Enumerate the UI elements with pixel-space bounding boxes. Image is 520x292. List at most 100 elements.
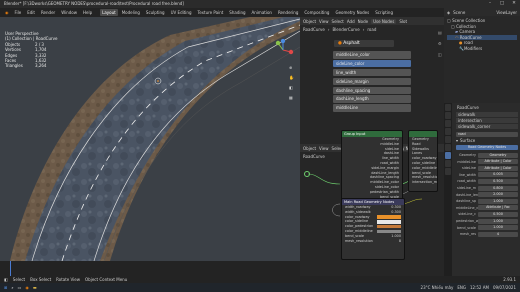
workspace-tab-modeling[interactable]: Modeling [120, 9, 142, 16]
weather-status[interactable]: 23°C Nhiều mây [421, 285, 454, 290]
clock-time[interactable]: 12:52 AM [470, 285, 489, 290]
menu-help[interactable]: Help [81, 9, 94, 16]
pan-hand-icon[interactable]: ✋ [289, 75, 294, 80]
property-row[interactable]: middleLine Attribute | Color [456, 158, 518, 165]
breadcrumb-item[interactable]: RoadCurve [303, 27, 325, 32]
attribute-item-selected[interactable]: sideLine_color [333, 59, 411, 68]
scene-name[interactable]: Scene [453, 10, 465, 15]
attribute-item[interactable]: middleLine_color [333, 51, 411, 59]
item-tab-icon[interactable]: ▤ [438, 30, 442, 35]
windows-start-icon[interactable]: ⊞ [4, 285, 7, 290]
search-icon[interactable]: ⌕ [11, 285, 13, 290]
group-output-node[interactable]: Geometry Road Sidewalks Lanes color_road… [408, 130, 438, 192]
scene-tab-icon[interactable] [445, 128, 451, 135]
shader-editor-header: Object View Select Add Node Use Nodes Sl… [300, 17, 444, 25]
task-view-icon[interactable]: ▭ [18, 285, 22, 290]
object-tab-icon[interactable] [445, 144, 451, 151]
shader-view-menu[interactable]: View [319, 19, 329, 24]
3d-viewport[interactable]: Object Mode View Select Add Object Globa… [0, 17, 300, 261]
color-swatch[interactable] [377, 229, 401, 234]
use-nodes-checkbox[interactable]: Use Nodes [371, 18, 397, 24]
property-row[interactable]: dashline_sp 1.000 [456, 198, 518, 205]
workspace-tab-geometry-nodes[interactable]: Geometry Nodes [333, 9, 371, 16]
data-tab-icon[interactable] [445, 160, 451, 167]
material-slot[interactable]: sidewalk_corner [456, 124, 518, 129]
workspace-tab-rendering[interactable]: Rendering [276, 9, 300, 16]
outliner-item[interactable]: 🔧Modifiers [447, 46, 517, 52]
workspace-tab-texture-paint[interactable]: Texture Paint [195, 9, 225, 16]
attribute-item[interactable]: line_width [333, 68, 411, 77]
node-input-row[interactable]: mesh_resolution 8 [342, 239, 404, 244]
view-tab-icon[interactable]: ◫ [438, 52, 442, 57]
camera-view-icon[interactable]: ◧ [289, 85, 294, 90]
minimize-icon[interactable]: – [484, 0, 496, 8]
properties-editor: RoadCurve sidewalk intersection sidewalk… [444, 103, 520, 283]
property-row[interactable]: road_width 0.500 [456, 178, 518, 185]
shader-add-menu[interactable]: Add [347, 19, 355, 24]
object-name[interactable]: RoadCurve [457, 105, 479, 110]
modifier-tab-icon[interactable] [445, 152, 451, 159]
color-swatch[interactable] [377, 215, 401, 219]
menu-window[interactable]: Window [59, 9, 79, 16]
workspace-tab-sculpting[interactable]: Sculpting [144, 9, 167, 16]
attribute-item[interactable]: sideLine_margin [333, 77, 411, 86]
property-row[interactable]: sideLine_c 0.500 [456, 211, 518, 218]
property-row[interactable]: mesh_res 4 [456, 231, 518, 238]
workspace-tab-scripting[interactable]: Scripting [373, 9, 395, 16]
output-tab-icon[interactable] [445, 120, 451, 127]
workspace-tab-uv-editing[interactable]: UV Editing [169, 9, 194, 16]
property-row[interactable]: dashLine_len 2.000 [456, 191, 518, 198]
property-row[interactable]: pedestrian_w 1.000 [456, 218, 518, 225]
slot-dropdown[interactable]: Slot [399, 19, 407, 24]
clock-date[interactable]: 09/07/2021 [493, 285, 516, 290]
property-row[interactable]: Geometry Geometry [456, 152, 518, 159]
shader-select-menu[interactable]: Select [332, 19, 344, 24]
maximize-icon[interactable]: □ [496, 0, 508, 8]
folder-taskbar-icon[interactable]: ▬ [33, 285, 37, 290]
view-layer-name[interactable]: ViewLayer [496, 10, 517, 15]
geometry-nodes-button[interactable]: Road Geometry Nodes [454, 144, 520, 151]
menu-render[interactable]: Render [39, 9, 57, 16]
main-road-node[interactable]: Main Road Geometry Nodes width_roadway 0.… [341, 198, 405, 260]
menu-file[interactable]: File [13, 9, 24, 16]
workspace-tab-layout[interactable]: Layout [100, 9, 118, 16]
attribute-item[interactable]: middleLine [333, 104, 411, 112]
property-row[interactable]: middleLine_c Attribute | Fac [456, 205, 518, 212]
color-swatch[interactable] [377, 224, 401, 229]
language-indicator[interactable]: ENG [457, 285, 466, 290]
material-slot[interactable]: intersection [456, 118, 518, 123]
world-tab-icon[interactable] [445, 136, 451, 143]
perspective-toggle-icon[interactable]: ▦ [289, 95, 294, 100]
tool-tab-icon[interactable]: ⚙ [438, 41, 442, 46]
workspace-tab-compositing[interactable]: Compositing [302, 9, 331, 16]
surface-panel-label[interactable]: ▾ Surface [454, 138, 520, 145]
material-tab-icon[interactable] [445, 168, 451, 175]
blender-taskbar-icon[interactable]: ◉ [25, 285, 29, 290]
zoom-icon[interactable]: ⊕ [289, 65, 294, 70]
menu-edit[interactable]: Edit [25, 9, 37, 16]
property-row[interactable]: sideLine Attribute | Color [456, 165, 518, 172]
property-row[interactable]: bend_scale 1.000 [456, 224, 518, 231]
color-swatch[interactable] [377, 220, 401, 224]
blender-logo-icon[interactable]: ◉ [3, 9, 11, 16]
attribute-item[interactable]: dashLine_length [333, 95, 411, 104]
material-selector[interactable]: road [454, 131, 520, 138]
group-input-node[interactable]: Group Input Geometry middleLine sideLine… [341, 130, 403, 200]
navigation-gizmo[interactable] [272, 39, 294, 61]
material-name-field[interactable]: ● Asphalt [334, 40, 394, 47]
breadcrumb-item[interactable]: BlenderCurve [332, 27, 359, 32]
property-row[interactable]: sideLine_m 0.800 [456, 185, 518, 192]
close-icon[interactable]: ✕ [508, 0, 520, 8]
shader-object-dropdown[interactable]: Object [303, 19, 316, 24]
render-tab-icon[interactable] [445, 112, 451, 119]
attribute-item[interactable]: dashline_spacing [333, 86, 411, 95]
viewport-side-tools: ⊕ ✋ ◧ ▦ [289, 65, 294, 100]
workspace-tab-shading[interactable]: Shading [227, 9, 247, 16]
property-row[interactable]: line_width 0.005 [456, 172, 518, 179]
stat-value: 3,264 [35, 63, 47, 69]
shader-node-menu[interactable]: Node [358, 19, 368, 24]
workspace-tab-animation[interactable]: Animation [250, 9, 274, 16]
material-slot[interactable]: sidewalk [456, 112, 518, 117]
tool-tab-icon[interactable] [445, 104, 451, 111]
breadcrumb-item[interactable]: road [367, 27, 376, 32]
